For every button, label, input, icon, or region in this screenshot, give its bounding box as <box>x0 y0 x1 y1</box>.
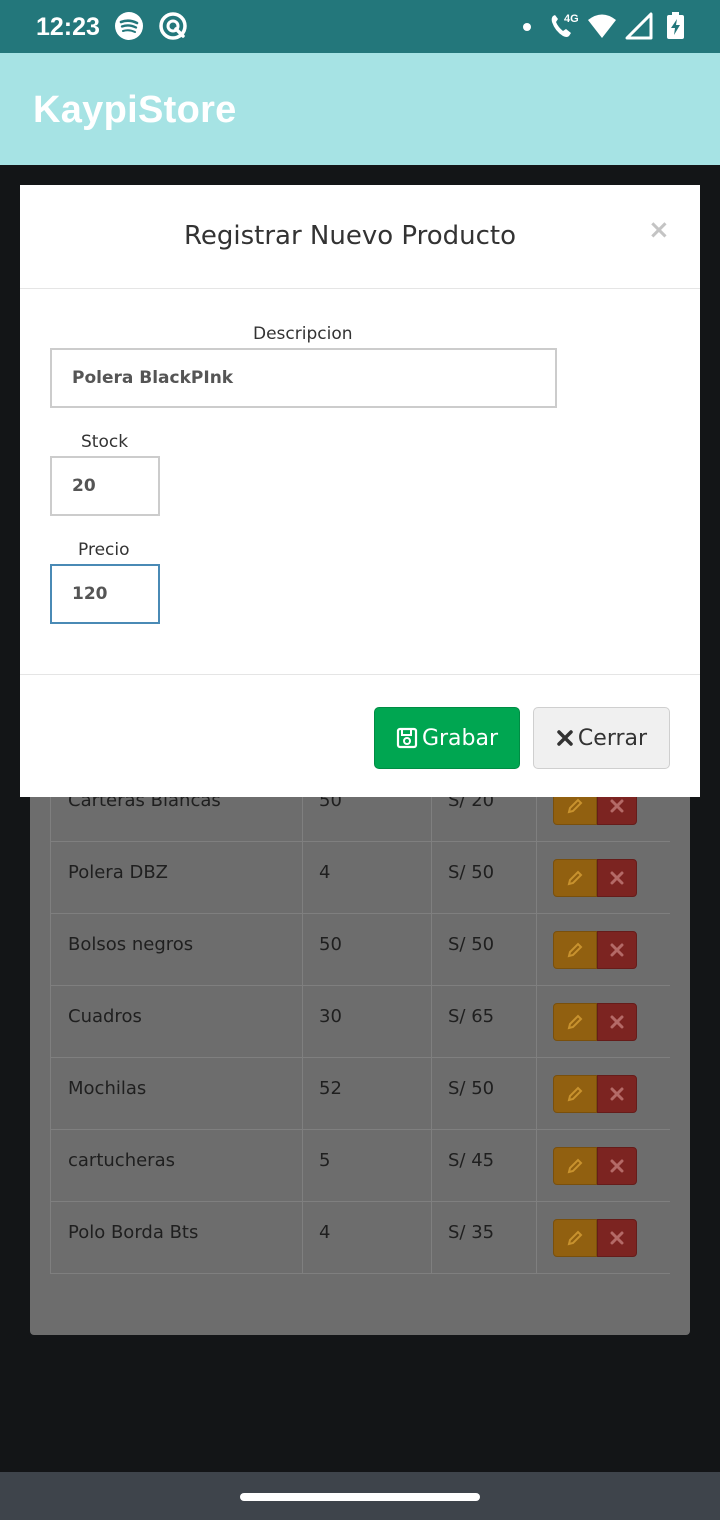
spotify-icon <box>115 12 143 40</box>
save-button-label: Grabar <box>421 725 499 751</box>
table-row: Polo Borda Bts 4 S/ 35 <box>50 1202 670 1274</box>
product-name: Polo Borda Bts <box>68 1222 199 1243</box>
precio-label: Precio <box>78 540 130 560</box>
pencil-icon <box>567 870 583 886</box>
modal-title: Registrar Nuevo Producto <box>183 221 517 251</box>
call-4g-icon: 4G <box>551 13 579 37</box>
x-icon <box>610 1159 624 1173</box>
x-icon <box>610 871 624 885</box>
descripcion-field[interactable] <box>50 348 557 408</box>
edit-button[interactable] <box>553 1219 597 1257</box>
close-icon[interactable]: × <box>648 215 670 245</box>
product-name: Bolsos negros <box>68 934 194 955</box>
product-price: S/ 45 <box>448 1150 495 1171</box>
pencil-icon <box>567 1086 583 1102</box>
cancel-button[interactable]: Cerrar <box>533 707 670 769</box>
navigation-bar <box>0 1472 720 1520</box>
x-icon <box>610 1087 624 1101</box>
battery-charging-icon <box>667 12 684 39</box>
cancel-button-label: Cerrar <box>577 725 648 751</box>
pencil-icon <box>567 942 583 958</box>
table-row: Polera DBZ 4 S/ 50 <box>50 842 670 914</box>
x-icon <box>610 1231 624 1245</box>
table-row: Mochilas 52 S/ 50 <box>50 1058 670 1130</box>
delete-button[interactable] <box>597 859 637 897</box>
stock-label: Stock <box>81 432 129 452</box>
product-name: Mochilas <box>68 1078 147 1099</box>
save-button[interactable]: Grabar <box>374 707 520 769</box>
product-name: cartucheras <box>68 1150 175 1171</box>
wifi-icon <box>588 14 616 38</box>
delete-button[interactable] <box>597 1147 637 1185</box>
app-title: KaypiStore <box>33 89 237 131</box>
edit-button[interactable] <box>553 1075 597 1113</box>
x-icon <box>610 943 624 957</box>
app-icon <box>159 12 187 40</box>
dot-icon <box>523 23 531 31</box>
edit-button[interactable] <box>553 859 597 897</box>
edit-button[interactable] <box>553 931 597 969</box>
modal-footer: Grabar Cerrar <box>20 674 700 797</box>
app-bar: KaypiStore <box>0 53 720 165</box>
status-bar: 12:23 4G <box>0 0 720 53</box>
product-name: Cuadros <box>68 1006 142 1027</box>
delete-button[interactable] <box>597 1075 637 1113</box>
table-row: Bolsos negros 50 S/ 50 <box>50 914 670 986</box>
product-stock: 52 <box>319 1078 342 1099</box>
descripcion-label: Descripcion <box>253 324 353 344</box>
status-time: 12:23 <box>36 13 100 41</box>
pencil-icon <box>567 798 583 814</box>
stock-field[interactable] <box>50 456 160 516</box>
table-row: Cuadros 30 S/ 65 <box>50 986 670 1058</box>
product-name: Polera DBZ <box>68 862 168 883</box>
product-stock: 5 <box>319 1150 331 1171</box>
delete-button[interactable] <box>597 931 637 969</box>
product-stock: 50 <box>319 934 342 955</box>
signal-icon <box>625 12 653 40</box>
product-price: S/ 50 <box>448 934 495 955</box>
pencil-icon <box>567 1230 583 1246</box>
x-icon <box>610 1015 624 1029</box>
delete-button[interactable] <box>597 1003 637 1041</box>
table-row: cartucheras 5 S/ 45 <box>50 1130 670 1202</box>
x-icon <box>610 799 624 813</box>
delete-button[interactable] <box>597 1219 637 1257</box>
modal-header: Registrar Nuevo Producto × <box>20 185 700 289</box>
pencil-icon <box>567 1158 583 1174</box>
home-gesture-handle[interactable] <box>240 1493 480 1501</box>
product-price: S/ 65 <box>448 1006 495 1027</box>
edit-button[interactable] <box>553 1147 597 1185</box>
network-label: 4G <box>564 13 579 25</box>
product-price: S/ 50 <box>448 1078 495 1099</box>
product-price: S/ 50 <box>448 862 495 883</box>
product-stock: 30 <box>319 1006 342 1027</box>
product-price: S/ 35 <box>448 1222 495 1243</box>
product-stock: 4 <box>319 1222 331 1243</box>
edit-button[interactable] <box>553 1003 597 1041</box>
pencil-icon <box>567 1014 583 1030</box>
x-icon <box>557 730 573 746</box>
precio-field[interactable] <box>50 564 160 624</box>
save-icon <box>396 727 418 749</box>
product-stock: 4 <box>319 862 331 883</box>
register-product-modal: Registrar Nuevo Producto × Descripcion S… <box>20 185 700 797</box>
